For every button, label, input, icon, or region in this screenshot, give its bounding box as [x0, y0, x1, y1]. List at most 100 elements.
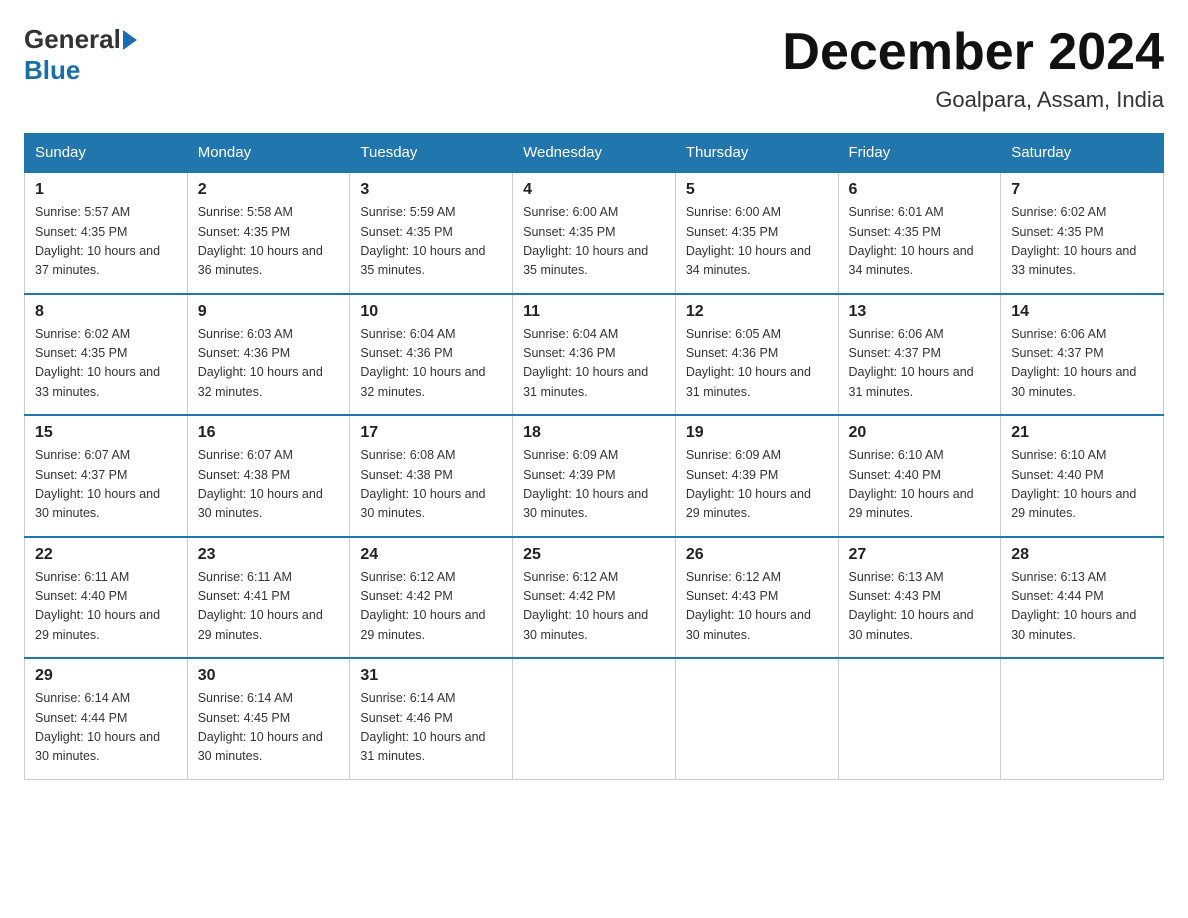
- day-info: Sunrise: 6:12 AMSunset: 4:43 PMDaylight:…: [686, 568, 828, 646]
- calendar-cell: 3Sunrise: 5:59 AMSunset: 4:35 PMDaylight…: [350, 172, 513, 294]
- calendar-cell: 11 Sunrise: 6:04 AMSunset: 4:36 PMDayligh…: [513, 294, 676, 416]
- day-info: Sunrise: 6:13 AMSunset: 4:44 PMDaylight:…: [1011, 568, 1153, 646]
- calendar-cell: 8 Sunrise: 6:02 AMSunset: 4:35 PMDaylight…: [25, 294, 188, 416]
- day-number: 23: [198, 546, 340, 564]
- calendar-cell: 19 Sunrise: 6:09 AMSunset: 4:39 PMDayligh…: [675, 415, 838, 537]
- day-info: Sunrise: 6:02 AMSunset: 4:35 PMDaylight:…: [35, 325, 177, 403]
- day-number: 29: [35, 667, 177, 685]
- day-number: 24: [360, 546, 502, 564]
- day-info: Sunrise: 6:07 AMSunset: 4:37 PMDaylight:…: [35, 446, 177, 524]
- week-row-1: 1 Sunrise: 5:57 AMSunset: 4:35 PMDaylight…: [25, 172, 1164, 294]
- day-number: 3: [360, 181, 502, 199]
- calendar-cell: 10Sunrise: 6:04 AMSunset: 4:36 PMDayligh…: [350, 294, 513, 416]
- day-info: Sunrise: 6:03 AMSunset: 4:36 PMDaylight:…: [198, 325, 340, 403]
- day-number: 5: [686, 181, 828, 199]
- calendar-cell: 2Sunrise: 5:58 AMSunset: 4:35 PMDaylight…: [187, 172, 350, 294]
- calendar-cell: [513, 658, 676, 779]
- calendar-cell: 31 Sunrise: 6:14 AMSunset: 4:46 PMDayligh…: [350, 658, 513, 779]
- calendar-cell: 20 Sunrise: 6:10 AMSunset: 4:40 PMDayligh…: [838, 415, 1001, 537]
- calendar-cell: 21 Sunrise: 6:10 AMSunset: 4:40 PMDayligh…: [1001, 415, 1164, 537]
- day-number: 7: [1011, 181, 1153, 199]
- day-number: 8: [35, 303, 177, 321]
- day-info: Sunrise: 6:09 AMSunset: 4:39 PMDaylight:…: [686, 446, 828, 524]
- day-number: 19: [686, 424, 828, 442]
- day-info: Sunrise: 6:10 AMSunset: 4:40 PMDaylight:…: [1011, 446, 1153, 524]
- day-info: Sunrise: 6:12 AMSunset: 4:42 PMDaylight:…: [523, 568, 665, 646]
- day-info: Sunrise: 6:02 AMSunset: 4:35 PMDaylight:…: [1011, 203, 1153, 281]
- title-block: December 2024 Goalpara, Assam, India: [782, 24, 1164, 113]
- calendar-cell: 24Sunrise: 6:12 AMSunset: 4:42 PMDayligh…: [350, 537, 513, 659]
- calendar-cell: 23Sunrise: 6:11 AMSunset: 4:41 PMDayligh…: [187, 537, 350, 659]
- calendar-cell: 12 Sunrise: 6:05 AMSunset: 4:36 PMDayligh…: [675, 294, 838, 416]
- day-info: Sunrise: 6:07 AMSunset: 4:38 PMDaylight:…: [198, 446, 340, 524]
- day-info: Sunrise: 6:10 AMSunset: 4:40 PMDaylight:…: [849, 446, 991, 524]
- calendar-cell: 28 Sunrise: 6:13 AMSunset: 4:44 PMDayligh…: [1001, 537, 1164, 659]
- calendar-cell: [675, 658, 838, 779]
- day-info: Sunrise: 6:05 AMSunset: 4:36 PMDaylight:…: [686, 325, 828, 403]
- day-number: 15: [35, 424, 177, 442]
- day-info: Sunrise: 6:00 AMSunset: 4:35 PMDaylight:…: [686, 203, 828, 281]
- day-info: Sunrise: 6:08 AMSunset: 4:38 PMDaylight:…: [360, 446, 502, 524]
- header-friday: Friday: [838, 134, 1001, 173]
- calendar-cell: 17 Sunrise: 6:08 AMSunset: 4:38 PMDayligh…: [350, 415, 513, 537]
- week-row-5: 29 Sunrise: 6:14 AMSunset: 4:44 PMDayligh…: [25, 658, 1164, 779]
- logo-general-text: General: [24, 24, 121, 55]
- calendar-cell: 15 Sunrise: 6:07 AMSunset: 4:37 PMDayligh…: [25, 415, 188, 537]
- calendar-cell: 9Sunrise: 6:03 AMSunset: 4:36 PMDaylight…: [187, 294, 350, 416]
- week-row-4: 22 Sunrise: 6:11 AMSunset: 4:40 PMDayligh…: [25, 537, 1164, 659]
- week-row-2: 8 Sunrise: 6:02 AMSunset: 4:35 PMDaylight…: [25, 294, 1164, 416]
- header-monday: Monday: [187, 134, 350, 173]
- day-number: 12: [686, 303, 828, 321]
- page-header: General Blue December 2024 Goalpara, Ass…: [24, 24, 1164, 113]
- calendar-cell: 5 Sunrise: 6:00 AMSunset: 4:35 PMDaylight…: [675, 172, 838, 294]
- day-number: 20: [849, 424, 991, 442]
- day-number: 25: [523, 546, 665, 564]
- header-saturday: Saturday: [1001, 134, 1164, 173]
- day-number: 1: [35, 181, 177, 199]
- location-title: Goalpara, Assam, India: [782, 87, 1164, 113]
- header-sunday: Sunday: [25, 134, 188, 173]
- calendar-cell: 26 Sunrise: 6:12 AMSunset: 4:43 PMDayligh…: [675, 537, 838, 659]
- calendar-cell: 7 Sunrise: 6:02 AMSunset: 4:35 PMDaylight…: [1001, 172, 1164, 294]
- day-number: 11: [523, 303, 665, 321]
- day-info: Sunrise: 6:14 AMSunset: 4:46 PMDaylight:…: [360, 689, 502, 767]
- day-number: 14: [1011, 303, 1153, 321]
- day-info: Sunrise: 5:57 AMSunset: 4:35 PMDaylight:…: [35, 203, 177, 281]
- day-number: 17: [360, 424, 502, 442]
- calendar-cell: 27 Sunrise: 6:13 AMSunset: 4:43 PMDayligh…: [838, 537, 1001, 659]
- logo: General Blue: [24, 24, 139, 86]
- day-info: Sunrise: 6:13 AMSunset: 4:43 PMDaylight:…: [849, 568, 991, 646]
- days-of-week-row: Sunday Monday Tuesday Wednesday Thursday…: [25, 134, 1164, 173]
- calendar-cell: 30Sunrise: 6:14 AMSunset: 4:45 PMDayligh…: [187, 658, 350, 779]
- day-number: 22: [35, 546, 177, 564]
- calendar-cell: 29 Sunrise: 6:14 AMSunset: 4:44 PMDayligh…: [25, 658, 188, 779]
- day-number: 26: [686, 546, 828, 564]
- day-number: 13: [849, 303, 991, 321]
- calendar-cell: 4Sunrise: 6:00 AMSunset: 4:35 PMDaylight…: [513, 172, 676, 294]
- calendar-cell: 13 Sunrise: 6:06 AMSunset: 4:37 PMDayligh…: [838, 294, 1001, 416]
- day-number: 10: [360, 303, 502, 321]
- day-number: 31: [360, 667, 502, 685]
- header-thursday: Thursday: [675, 134, 838, 173]
- calendar-cell: 18Sunrise: 6:09 AMSunset: 4:39 PMDayligh…: [513, 415, 676, 537]
- day-number: 28: [1011, 546, 1153, 564]
- day-number: 18: [523, 424, 665, 442]
- header-tuesday: Tuesday: [350, 134, 513, 173]
- day-info: Sunrise: 6:11 AMSunset: 4:40 PMDaylight:…: [35, 568, 177, 646]
- day-info: Sunrise: 6:06 AMSunset: 4:37 PMDaylight:…: [849, 325, 991, 403]
- week-row-3: 15 Sunrise: 6:07 AMSunset: 4:37 PMDayligh…: [25, 415, 1164, 537]
- calendar-cell: 6Sunrise: 6:01 AMSunset: 4:35 PMDaylight…: [838, 172, 1001, 294]
- calendar-cell: 1 Sunrise: 5:57 AMSunset: 4:35 PMDaylight…: [25, 172, 188, 294]
- day-number: 27: [849, 546, 991, 564]
- calendar-cell: [838, 658, 1001, 779]
- calendar-cell: [1001, 658, 1164, 779]
- day-number: 16: [198, 424, 340, 442]
- day-number: 21: [1011, 424, 1153, 442]
- day-info: Sunrise: 6:14 AMSunset: 4:44 PMDaylight:…: [35, 689, 177, 767]
- day-info: Sunrise: 5:58 AMSunset: 4:35 PMDaylight:…: [198, 203, 340, 281]
- logo-blue-text: Blue: [24, 55, 80, 85]
- day-info: Sunrise: 6:04 AMSunset: 4:36 PMDaylight:…: [523, 325, 665, 403]
- day-number: 6: [849, 181, 991, 199]
- day-info: Sunrise: 6:06 AMSunset: 4:37 PMDaylight:…: [1011, 325, 1153, 403]
- day-number: 4: [523, 181, 665, 199]
